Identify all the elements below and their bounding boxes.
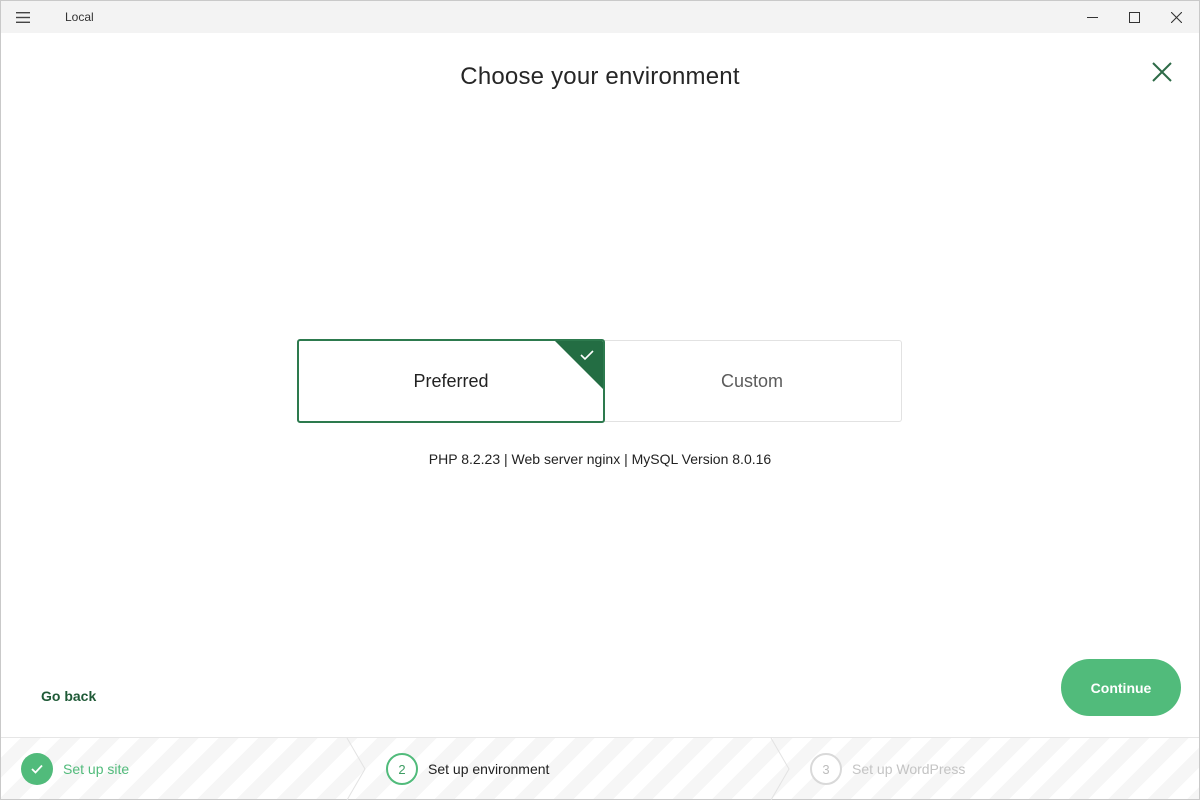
menu-icon[interactable]	[9, 5, 37, 29]
window-close-icon[interactable]	[1153, 1, 1199, 33]
page-title: Choose your environment	[460, 63, 740, 90]
custom-label: Custom	[720, 370, 783, 391]
step-label: Set up environment	[428, 761, 550, 777]
custom-option[interactable]: Custom	[603, 340, 902, 422]
step-separator-icon	[346, 738, 366, 800]
step-label: Set up WordPress	[852, 761, 966, 777]
step-set-up-wordpress[interactable]: 3 Set up WordPress	[810, 738, 965, 800]
preferred-option[interactable]: Preferred	[297, 339, 605, 423]
step-separator-icon	[770, 738, 790, 800]
window-title: Local	[65, 10, 94, 24]
step-complete-icon	[21, 753, 53, 785]
environment-toggle: Preferred Custom	[297, 339, 902, 423]
step-set-up-site[interactable]: Set up site	[21, 738, 129, 800]
step-set-up-environment[interactable]: 2 Set up environment	[386, 738, 549, 800]
maximize-icon[interactable]	[1111, 1, 1157, 33]
step-number: 2	[386, 753, 418, 785]
step-number: 3	[810, 753, 842, 785]
app-window: Local Choose your environment Preferred …	[0, 0, 1200, 800]
minimize-icon[interactable]	[1069, 1, 1115, 33]
step-label: Set up site	[63, 761, 130, 777]
title-bar: Local	[1, 1, 1199, 33]
close-icon[interactable]	[1147, 57, 1177, 87]
go-back-link[interactable]: Go back	[41, 688, 96, 704]
environment-description: PHP 8.2.23 | Web server nginx | MySQL Ve…	[428, 451, 772, 467]
continue-button[interactable]: Continue	[1061, 659, 1181, 716]
check-icon	[580, 350, 594, 361]
step-progress-bar: Set up site 2 Set up environment 3 Set u…	[1, 737, 1199, 800]
preferred-label: Preferred	[413, 370, 489, 391]
